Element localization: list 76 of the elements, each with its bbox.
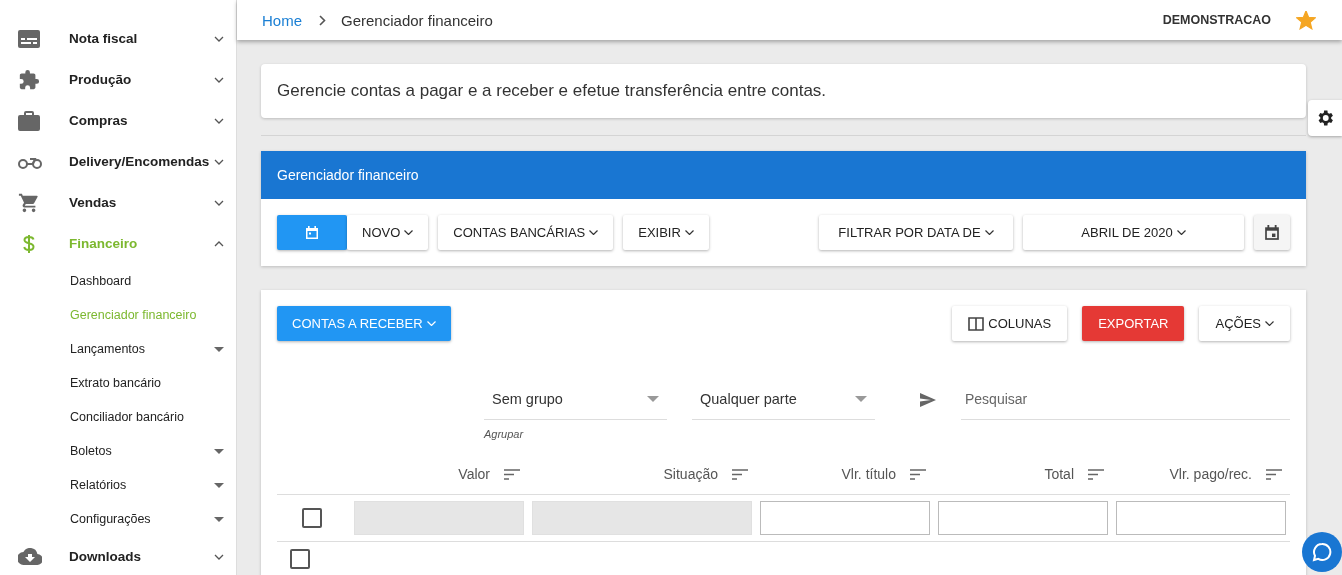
sidebar-item[interactable]: Nota fiscal (0, 18, 236, 59)
card-icon (18, 29, 40, 48)
sidebar-item[interactable]: Compras (0, 100, 236, 141)
sidebar-item[interactable]: Delivery/Encomendas (0, 141, 236, 182)
menu-button[interactable]: CONTAS BANCÁRIAS (438, 215, 614, 250)
chevron-down-icon (404, 230, 414, 235)
sort-icon[interactable] (732, 468, 748, 480)
sort-icon[interactable] (910, 468, 926, 480)
sidebar-subitem[interactable]: Conciliador bancário (0, 400, 236, 434)
chevron-down-icon (426, 321, 436, 326)
cloud-download-icon (18, 548, 42, 565)
description-text: Gerencie contas a pagar e a receber e efetue transferência entre contas. (277, 81, 827, 101)
columns-icon (968, 316, 985, 331)
chevron-down-icon (214, 199, 224, 206)
breadcrumb-link[interactable]: Home (262, 11, 302, 29)
chevron-down-icon (1265, 321, 1274, 326)
sidebar-item[interactable]: Produção (0, 59, 236, 100)
star-icon[interactable] (1296, 10, 1316, 30)
puzzle-icon (18, 68, 40, 91)
calendar-button[interactable] (1254, 215, 1290, 250)
breadcrumb-current: Gerenciador financeiro (341, 11, 493, 29)
group-select[interactable]: Sem grupo (484, 379, 667, 420)
group-helper-text: Agrupar (484, 428, 525, 440)
sidebar-subitem[interactable]: Configurações (0, 502, 236, 536)
sidebar-subitem[interactable]: Lançamentos (0, 332, 236, 366)
caret-down-icon (855, 396, 867, 402)
chevron-down-icon (1176, 230, 1186, 235)
column-header[interactable]: Vlr. pago/rec. (1169, 466, 1252, 482)
menu-button[interactable]: EXIBIR (623, 215, 709, 250)
menu-button[interactable]: FILTRAR POR DATA DE (819, 215, 1013, 250)
sort-icon[interactable] (1266, 468, 1282, 480)
column-header[interactable]: Valor (458, 466, 490, 482)
chevron-down-icon (984, 230, 994, 235)
actions-button[interactable]: AÇÕES (1199, 306, 1290, 341)
chevron-right-icon (319, 14, 326, 26)
column-header[interactable]: Situação (663, 466, 718, 482)
sidebar-subitem[interactable]: Dashboard (0, 264, 236, 298)
calendar-icon (305, 225, 319, 240)
export-button[interactable]: EXPORTAR (1082, 306, 1185, 341)
briefcase-icon (18, 110, 40, 131)
row-checkbox[interactable] (289, 549, 310, 569)
sidebar-item[interactable]: Downloads (0, 536, 236, 575)
cart-icon (18, 191, 40, 214)
sidebar-item[interactable]: Vendas (0, 182, 236, 223)
menu-button[interactable]: ABRIL DE 2020 (1023, 215, 1244, 250)
column-header[interactable]: Vlr. título (841, 466, 896, 482)
caret-down-icon (647, 396, 659, 402)
column-filter-field[interactable] (1116, 501, 1286, 535)
column-filter-field[interactable] (760, 501, 930, 535)
sidebar-subitem[interactable]: Boletos (0, 434, 236, 468)
columns-button[interactable]: COLUNAS (952, 306, 1068, 341)
panel-title: Gerenciador financeiro (277, 167, 419, 183)
select-all-checkbox[interactable] (301, 508, 322, 528)
chat-button[interactable] (1302, 532, 1342, 572)
column-header[interactable]: Total (1044, 466, 1074, 482)
chevron-down-icon (214, 117, 224, 124)
chevron-down-icon (589, 230, 599, 235)
column-filter-field[interactable] (938, 501, 1108, 535)
chevron-down-icon (684, 230, 694, 235)
scope-select[interactable]: Qualquer parte (692, 379, 875, 420)
chevron-up-icon (214, 240, 224, 247)
send-icon[interactable] (920, 393, 936, 407)
sort-icon[interactable] (504, 468, 520, 480)
dollar-icon (23, 233, 35, 254)
calendar-icon (1264, 224, 1280, 241)
sidebar-subitem[interactable]: Extrato bancário (0, 366, 236, 400)
chevron-down-icon (214, 158, 224, 165)
chevron-down-icon (214, 35, 224, 42)
chevron-down-icon (214, 76, 224, 83)
sort-icon[interactable] (1088, 468, 1104, 480)
settings-button[interactable] (1308, 100, 1342, 136)
chat-bubble-icon (1312, 542, 1332, 562)
menu-button[interactable]: NOVO (347, 215, 429, 250)
chevron-down-icon (214, 553, 224, 560)
sidebar-subitem[interactable]: Relatórios (0, 468, 236, 502)
account-name[interactable]: DEMONSTRACAO (1162, 13, 1271, 27)
